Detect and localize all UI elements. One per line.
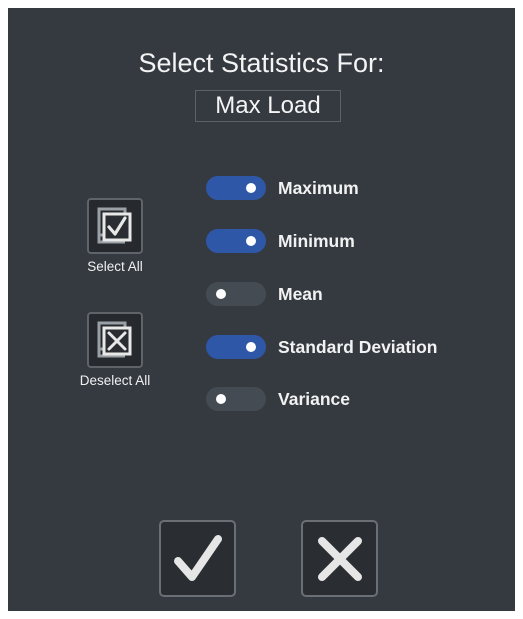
toggle-knob bbox=[216, 289, 226, 299]
x-icon bbox=[317, 536, 362, 581]
toggle-maximum[interactable] bbox=[206, 176, 266, 200]
checkbox-checked-icon bbox=[97, 207, 132, 244]
select-all-label: Select All bbox=[87, 259, 143, 274]
stat-label-standard-deviation: Standard Deviation bbox=[278, 336, 438, 357]
toggle-standard-deviation[interactable] bbox=[206, 335, 266, 359]
toggle-minimum[interactable] bbox=[206, 229, 266, 253]
stat-label-mean: Mean bbox=[278, 283, 323, 304]
select-all-button[interactable] bbox=[87, 198, 143, 254]
toggle-knob bbox=[216, 394, 226, 404]
cancel-button[interactable] bbox=[301, 520, 378, 597]
stat-row-mean: Mean bbox=[206, 279, 323, 309]
stat-row-variance: Variance bbox=[206, 384, 350, 414]
statistics-dialog: Select Statistics For: Max Load Select A… bbox=[8, 8, 515, 611]
toggle-variance[interactable] bbox=[206, 387, 266, 411]
toggle-mean[interactable] bbox=[206, 282, 266, 306]
stat-label-variance: Variance bbox=[278, 388, 350, 409]
deselect-all-control: Deselect All bbox=[60, 312, 170, 388]
checkmark-icon bbox=[173, 534, 222, 581]
toggle-knob bbox=[246, 236, 256, 246]
toggle-knob bbox=[246, 342, 256, 352]
deselect-all-button[interactable] bbox=[87, 312, 143, 368]
select-all-control: Select All bbox=[60, 198, 170, 274]
deselect-all-label: Deselect All bbox=[79, 373, 151, 388]
statistic-subject-label: Max Load bbox=[195, 90, 341, 122]
checkbox-crossed-icon bbox=[97, 321, 132, 358]
stat-row-minimum: Minimum bbox=[206, 226, 355, 256]
confirm-button[interactable] bbox=[159, 520, 236, 597]
stat-row-standard-deviation: Standard Deviation bbox=[206, 332, 437, 362]
dialog-title: Select Statistics For: bbox=[138, 48, 385, 78]
toggle-knob bbox=[246, 183, 256, 193]
stat-label-minimum: Minimum bbox=[278, 230, 355, 251]
stat-row-maximum: Maximum bbox=[206, 173, 359, 203]
stat-label-maximum: Maximum bbox=[278, 177, 359, 198]
